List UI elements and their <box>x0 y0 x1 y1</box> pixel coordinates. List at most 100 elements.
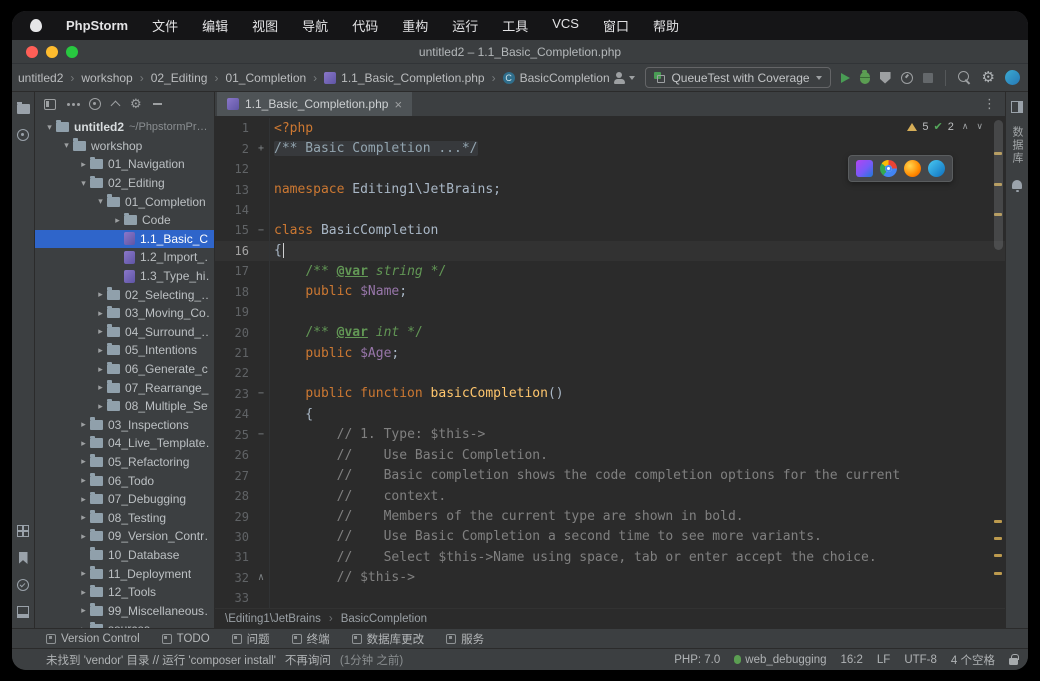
panel-settings-gear-icon[interactable] <box>130 95 142 113</box>
tree-chevron-icon[interactable]: ▾ <box>43 122 56 133</box>
apple-menu-icon[interactable] <box>30 19 42 32</box>
encoding-widget[interactable]: UTF-8 <box>904 654 937 666</box>
edge-browser-icon[interactable] <box>928 160 945 177</box>
fold-icon[interactable]: − <box>253 225 269 236</box>
commit-tool-icon[interactable] <box>17 129 29 141</box>
tool-window-button[interactable]: TODO <box>162 633 210 645</box>
tree-row[interactable]: ▸ 06_Generate_c… <box>35 360 214 379</box>
code-line[interactable]: 14 <box>215 200 1005 220</box>
tree-chevron-icon[interactable]: ▸ <box>94 382 107 393</box>
code-line[interactable]: 30 // Use Basic Completion a second time… <box>215 527 1005 547</box>
code-line[interactable]: 24 { <box>215 404 1005 424</box>
code-line[interactable]: 21 public $Age; <box>215 343 1005 363</box>
phpstorm-browser-icon[interactable] <box>856 160 873 177</box>
tool-window-button[interactable]: 问题 <box>232 631 270 647</box>
breadcrumb-item[interactable]: 1.1_Basic_Completion.php <box>306 71 484 85</box>
menu-item[interactable]: 运行 <box>452 16 478 35</box>
tree-row[interactable]: ▸ 05_Refactoring <box>35 453 214 472</box>
tree-row[interactable]: ▸ 99_Miscellaneous… <box>35 601 214 620</box>
breadcrumb-item[interactable]: untitled2 <box>18 71 63 85</box>
tree-row[interactable]: ▸ Code <box>35 211 214 230</box>
tree-chevron-icon[interactable]: ▸ <box>77 531 90 542</box>
user-menu[interactable] <box>612 71 635 85</box>
code-line[interactable]: 26 // Use Basic Completion. <box>215 445 1005 465</box>
code-line[interactable]: 28 // context. <box>215 486 1005 506</box>
chrome-browser-icon[interactable] <box>880 160 897 177</box>
tree-row[interactable]: 1.3_Type_hi… <box>35 267 214 286</box>
editor-tab-active[interactable]: 1.1_Basic_Completion.php <box>217 92 412 116</box>
menu-item[interactable]: 视图 <box>252 16 278 35</box>
tree-chevron-icon[interactable]: ▸ <box>77 438 90 449</box>
code-line[interactable]: 32 ∧ // $this-> <box>215 568 1005 588</box>
stop-button[interactable] <box>923 73 933 83</box>
caret-position-widget[interactable]: 16:2 <box>841 654 863 666</box>
code-line[interactable]: 18 public $Name; <box>215 282 1005 302</box>
tree-row[interactable]: ▸ sources <box>35 620 214 628</box>
tree-chevron-icon[interactable]: ▾ <box>60 140 73 151</box>
tree-row[interactable]: ▸ 02_Selecting_… <box>35 285 214 304</box>
editor-breadcrumb-item[interactable]: \Editing1\JetBrains <box>225 613 321 625</box>
code-line[interactable]: 19 <box>215 302 1005 322</box>
minimize-window-button[interactable] <box>46 46 58 58</box>
tree-chevron-icon[interactable]: ▸ <box>94 326 107 337</box>
tree-chevron-icon[interactable]: ▸ <box>77 605 90 616</box>
structure-tool-icon[interactable] <box>17 525 29 537</box>
menu-item[interactable]: 文件 <box>152 16 178 35</box>
locate-file-icon[interactable] <box>89 98 101 110</box>
editor-breadcrumb-item[interactable]: BasicCompletion <box>321 613 427 625</box>
menu-item[interactable]: 帮助 <box>653 16 679 35</box>
tree-row[interactable]: ▸ 08_Multiple_Se… <box>35 397 214 416</box>
bookmarks-tool-icon[interactable] <box>19 552 28 564</box>
tree-chevron-icon[interactable]: ▸ <box>77 568 90 579</box>
breadcrumb-item[interactable]: BasicCompletion <box>485 71 610 85</box>
tree-row[interactable]: 10_Database <box>35 546 214 565</box>
menu-item[interactable]: 窗口 <box>603 16 629 35</box>
tree-chevron-icon[interactable]: ▸ <box>111 215 124 226</box>
tree-row[interactable]: ▸ 09_Version_Contr… <box>35 527 214 546</box>
tree-chevron-icon[interactable]: ▸ <box>94 308 107 319</box>
menu-item[interactable]: 导航 <box>302 16 328 35</box>
tree-chevron-icon[interactable]: ▸ <box>77 475 90 486</box>
profiler-button[interactable] <box>901 72 913 84</box>
tree-row[interactable]: ▾ workshop <box>35 137 214 156</box>
tree-chevron-icon[interactable]: ▸ <box>77 419 90 430</box>
project-tool-icon[interactable] <box>17 104 30 114</box>
menu-item[interactable]: 重构 <box>402 16 428 35</box>
code-line[interactable]: 15 − class BasicCompletion <box>215 220 1005 240</box>
todo-tool-icon[interactable] <box>17 579 29 591</box>
fold-icon[interactable]: − <box>253 429 269 440</box>
tree-row[interactable]: ▾ untitled2 ~/PhpstormPr… <box>35 118 214 137</box>
code-line[interactable]: 33 <box>215 588 1005 608</box>
menu-item[interactable]: VCS <box>552 16 579 35</box>
tree-chevron-icon[interactable]: ▸ <box>77 587 90 598</box>
tree-chevron-icon[interactable]: ▸ <box>77 456 90 467</box>
code-line[interactable]: 25 − // 1. Type: $this-> <box>215 425 1005 445</box>
tree-chevron-icon[interactable]: ▸ <box>94 364 107 375</box>
breadcrumb-item[interactable]: 02_Editing <box>133 71 208 85</box>
tool-window-button[interactable]: 数据库更改 <box>352 631 425 647</box>
fold-icon[interactable]: + <box>253 143 269 154</box>
tree-row[interactable]: ▸ 12_Tools <box>35 583 214 602</box>
search-everywhere-icon[interactable] <box>958 71 972 85</box>
tree-row[interactable]: ▾ 01_Completion <box>35 192 214 211</box>
tree-row[interactable]: ▸ 03_Inspections <box>35 416 214 435</box>
tree-chevron-icon[interactable]: ▸ <box>77 624 90 628</box>
tree-chevron-icon[interactable]: ▾ <box>94 196 107 207</box>
menu-item[interactable]: 工具 <box>502 16 528 35</box>
code-line[interactable]: 29 // Members of the current type are sh… <box>215 506 1005 526</box>
code-line[interactable]: 31 // Select $this->Name using space, ta… <box>215 547 1005 567</box>
tree-row[interactable]: ▸ 03_Moving_Co… <box>35 304 214 323</box>
tree-row[interactable]: ▸ 01_Navigation <box>35 155 214 174</box>
tree-chevron-icon[interactable]: ▾ <box>77 178 90 189</box>
next-problem-icon[interactable] <box>976 121 983 132</box>
fold-icon[interactable]: ∧ <box>253 572 269 583</box>
code-line[interactable]: 16 { <box>215 241 1005 261</box>
tree-chevron-icon[interactable]: ▸ <box>94 289 107 300</box>
tree-row[interactable]: ▸ 04_Live_Template… <box>35 434 214 453</box>
inspections-widget[interactable]: 5 2 <box>907 120 983 133</box>
collapse-all-icon[interactable] <box>111 100 121 110</box>
close-tab-icon[interactable] <box>394 98 402 111</box>
editor-content[interactable]: 1 <?php 2 + / <box>215 116 1005 608</box>
code-line[interactable]: 20 /** @var int */ <box>215 322 1005 342</box>
firefox-browser-icon[interactable] <box>904 160 921 177</box>
